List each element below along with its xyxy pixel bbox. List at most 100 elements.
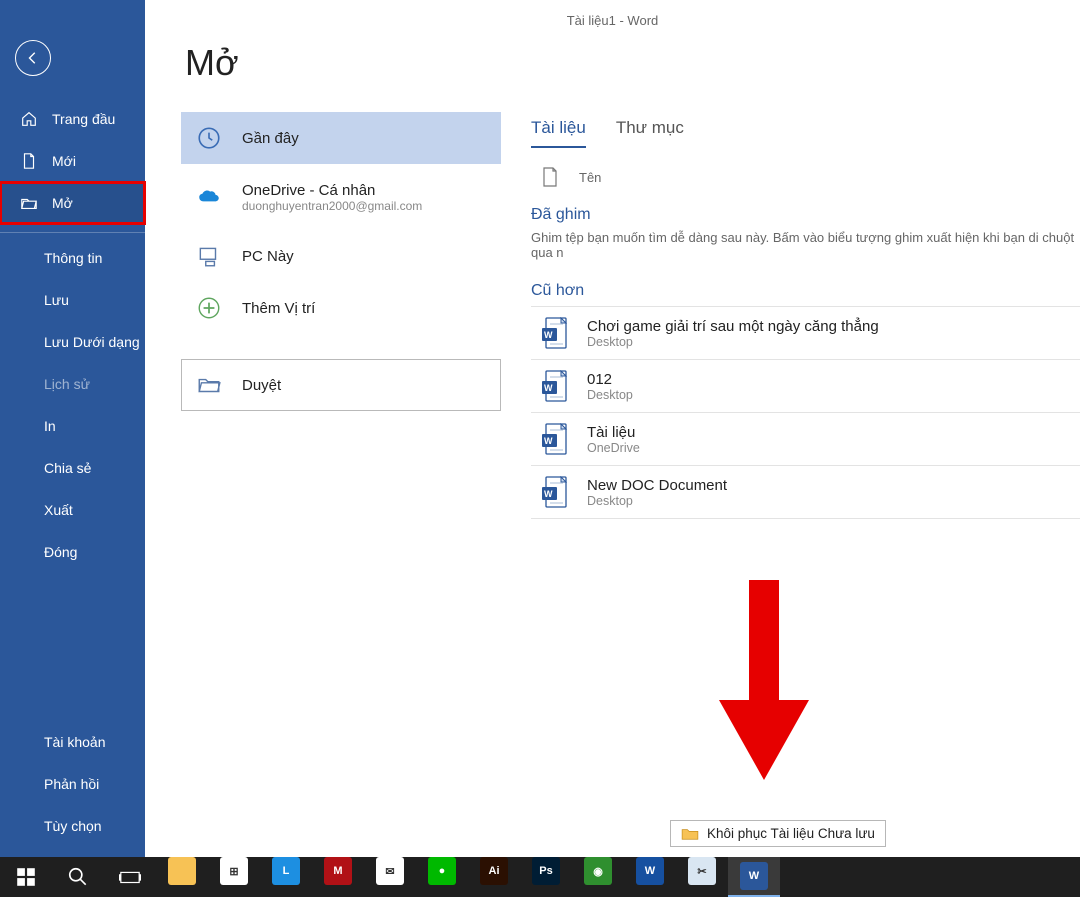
svg-text:W: W xyxy=(544,436,553,446)
location-recent[interactable]: Gần đây xyxy=(181,112,501,164)
taskbar-app-photoshop[interactable]: Ps xyxy=(528,857,564,885)
line-icon: ● xyxy=(428,857,456,885)
document-icon xyxy=(20,152,38,170)
sidebar-item-export[interactable]: Xuất xyxy=(0,489,145,531)
section-older-label: Cũ hơn xyxy=(531,282,1080,300)
pc-icon xyxy=(196,243,222,269)
sidebar-item-label: Lưu Dưới dạng xyxy=(44,334,140,350)
sidebar-item-label: Trang đầu xyxy=(52,111,115,127)
restore-unsaved-button[interactable]: Khôi phục Tài liệu Chưa lưu xyxy=(670,820,886,847)
location-thispc[interactable]: PC Này xyxy=(181,230,501,282)
task-view-button[interactable] xyxy=(104,857,156,897)
sidebar-item-options[interactable]: Tùy chọn xyxy=(0,805,145,847)
mail-icon: ✉ xyxy=(376,857,404,885)
tabs: Tài liệu Thư mục xyxy=(531,118,1080,148)
word-document-icon: W xyxy=(541,370,567,402)
taskbar-app-word[interactable]: W xyxy=(728,857,780,897)
file-location: Desktop xyxy=(587,335,879,349)
column-name: Tên xyxy=(579,170,601,185)
main-panel: Tài liệu1 - Word Mở Gần đây xyxy=(145,0,1080,857)
sidebar-item-label: In xyxy=(44,418,56,434)
file-name: 012 xyxy=(587,371,633,388)
backstage-sidebar: Trang đầu Mới Mở Thông tin Lưu Lưu Dưới … xyxy=(0,0,145,857)
sidebar-item-home[interactable]: Trang đầu xyxy=(0,98,145,140)
page-title: Mở xyxy=(185,42,1080,84)
tab-folders[interactable]: Thư mục xyxy=(616,118,684,148)
location-browse[interactable]: Duyệt xyxy=(181,359,501,411)
location-label: OneDrive - Cá nhân xyxy=(242,182,422,199)
sidebar-item-label: Tùy chọn xyxy=(44,818,102,834)
taskbar-app-mail[interactable]: ✉ xyxy=(372,857,408,885)
sidebar-item-label: Mở xyxy=(52,195,73,211)
taskbar-app-wps[interactable]: W xyxy=(632,857,668,885)
sidebar-item-print[interactable]: In xyxy=(0,405,145,447)
back-button[interactable] xyxy=(15,40,51,76)
microsoft-store-icon: ⊞ xyxy=(220,857,248,885)
list-header: Tên xyxy=(531,166,1080,188)
pinned-hint: Ghim tệp bạn muốn tìm dễ dàng sau này. B… xyxy=(531,230,1080,260)
file-row[interactable]: W New DOC DocumentDesktop xyxy=(531,465,1080,519)
taskbar-app-microsoft-store[interactable]: ⊞ xyxy=(216,857,252,885)
sidebar-item-label: Xuất xyxy=(44,502,73,518)
search-icon xyxy=(67,866,89,888)
taskbar-app-line[interactable]: ● xyxy=(424,857,460,885)
file-location: Desktop xyxy=(587,388,633,402)
location-label: Gần đây xyxy=(242,130,299,147)
location-label: PC Này xyxy=(242,248,294,265)
location-addplace[interactable]: Thêm Vị trí xyxy=(181,282,501,334)
sidebar-item-label: Phản hồi xyxy=(44,776,99,792)
mcafee-icon: M xyxy=(324,857,352,885)
location-label: Thêm Vị trí xyxy=(242,300,315,317)
tab-documents[interactable]: Tài liệu xyxy=(531,118,586,148)
sidebar-item-new[interactable]: Mới xyxy=(0,140,145,182)
file-location: Desktop xyxy=(587,494,727,508)
sidebar-separator xyxy=(0,232,145,233)
search-button[interactable] xyxy=(52,857,104,897)
taskbar: ⊞ LM ✉ ● Ai Ps ◉ W ✂ W xyxy=(0,857,1080,897)
file-name: New DOC Document xyxy=(587,477,727,494)
app-l-icon: L xyxy=(272,857,300,885)
sidebar-item-label: Tài khoản xyxy=(44,734,105,750)
sidebar-item-label: Chia sẻ xyxy=(44,460,91,476)
sidebar-item-share[interactable]: Chia sẻ xyxy=(0,447,145,489)
taskbar-app-mcafee[interactable]: M xyxy=(320,857,356,885)
document-icon xyxy=(541,166,559,188)
file-name: Tài liệu xyxy=(587,424,640,441)
location-onedrive[interactable]: OneDrive - Cá nhân duonghuyentran2000@gm… xyxy=(181,164,501,230)
sidebar-item-save[interactable]: Lưu xyxy=(0,279,145,321)
sidebar-item-open[interactable]: Mở xyxy=(0,182,145,224)
file-row[interactable]: W 012Desktop xyxy=(531,359,1080,412)
word-document-icon: W xyxy=(541,423,567,455)
folder-open-icon xyxy=(196,372,222,398)
folder-icon xyxy=(681,827,699,841)
taskbar-app-illustrator[interactable]: Ai xyxy=(476,857,512,885)
taskbar-app-coccoc[interactable]: ◉ xyxy=(580,857,616,885)
taskbar-app-snip[interactable]: ✂ xyxy=(684,857,720,885)
back-arrow-icon xyxy=(26,51,40,65)
sidebar-item-info[interactable]: Thông tin xyxy=(0,237,145,279)
sidebar-item-label: Lưu xyxy=(44,292,69,308)
windows-icon xyxy=(15,866,37,888)
word-document-icon: W xyxy=(541,476,567,508)
taskbar-app-app-l[interactable]: L xyxy=(268,857,304,885)
sidebar-item-label: Thông tin xyxy=(44,250,102,266)
task-view-icon xyxy=(119,866,141,888)
sidebar-item-feedback[interactable]: Phản hồi xyxy=(0,763,145,805)
onedrive-cloud-icon xyxy=(196,184,222,210)
sidebar-item-history[interactable]: Lịch sử xyxy=(0,363,145,405)
restore-button-label: Khôi phục Tài liệu Chưa lưu xyxy=(707,826,875,841)
file-explorer-icon xyxy=(168,857,196,885)
file-row[interactable]: W Tài liệuOneDrive xyxy=(531,412,1080,465)
sidebar-item-close[interactable]: Đóng xyxy=(0,531,145,573)
file-row[interactable]: W Chơi game giải trí sau một ngày căng t… xyxy=(531,306,1080,359)
coccoc-icon: ◉ xyxy=(584,857,612,885)
photoshop-icon: Ps xyxy=(532,857,560,885)
locations-list: Gần đây OneDrive - Cá nhân duonghuyentra… xyxy=(181,112,501,857)
wps-icon: W xyxy=(636,857,664,885)
file-name: Chơi game giải trí sau một ngày căng thẳ… xyxy=(587,318,879,335)
taskbar-app-file-explorer[interactable] xyxy=(164,857,200,885)
sidebar-item-account[interactable]: Tài khoản xyxy=(0,721,145,763)
clock-icon xyxy=(196,125,222,151)
start-button[interactable] xyxy=(0,857,52,897)
sidebar-item-saveas[interactable]: Lưu Dưới dạng xyxy=(0,321,145,363)
